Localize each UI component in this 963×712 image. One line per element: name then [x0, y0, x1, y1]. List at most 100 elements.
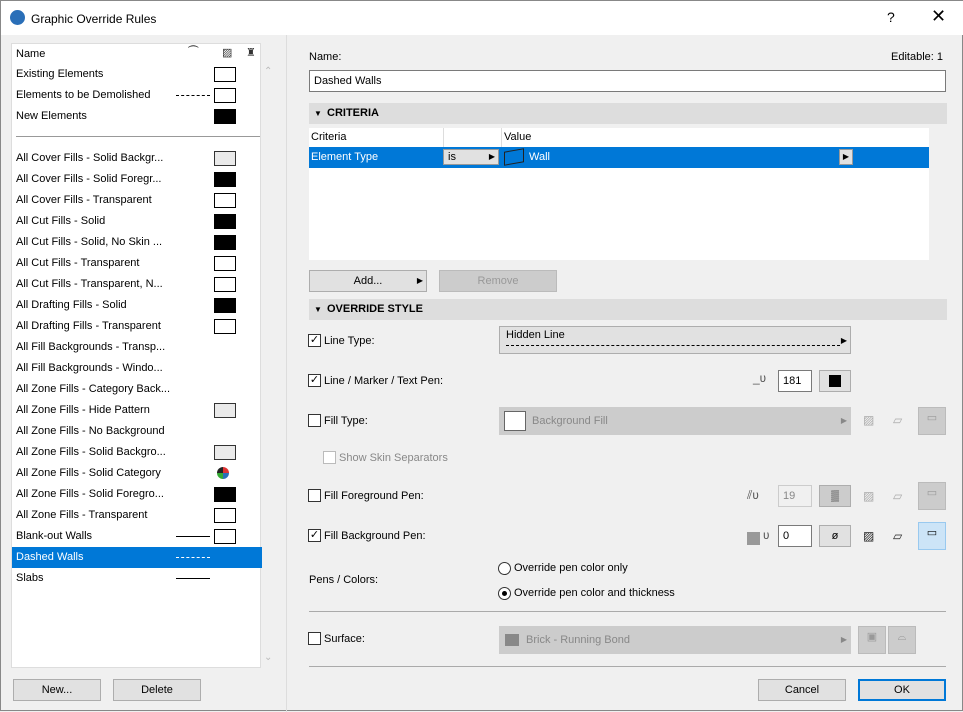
fill-type-checkbox[interactable]	[308, 414, 321, 427]
help-button[interactable]: ?	[887, 9, 895, 25]
list-item[interactable]: Existing Elements	[12, 64, 262, 85]
rules-list[interactable]: Name ⏜ ▨ ♜ Existing Elements Elements to …	[11, 43, 272, 668]
fill-swatch	[214, 235, 236, 250]
override-style-section-header[interactable]: OVERRIDE STYLE	[309, 299, 947, 320]
override-color-thickness-radio[interactable]	[498, 587, 511, 600]
fill-foreground-pen-input[interactable]: 19	[778, 485, 812, 507]
criteria-section-header[interactable]: CRITERIA	[309, 103, 947, 124]
list-item[interactable]: All Zone Fills - Solid Foregro...	[12, 484, 262, 505]
drafting-fill-icon[interactable]: ▭	[918, 522, 946, 550]
show-skin-separators-checkbox[interactable]	[323, 451, 336, 464]
rule-name-input[interactable]: Dashed Walls	[309, 70, 946, 92]
list-item-label: New Elements	[16, 110, 87, 122]
list-item[interactable]: All Fill Backgrounds - Windo...	[12, 358, 262, 379]
list-item[interactable]: All Cover Fills - Transparent	[12, 190, 262, 211]
list-item[interactable]: All Drafting Fills - Transparent	[12, 316, 262, 337]
fill-swatch	[214, 277, 236, 292]
list-item[interactable]: All Cut Fills - Solid	[12, 211, 262, 232]
override-color-only-radio[interactable]	[498, 562, 511, 575]
remove-criteria-button[interactable]: Remove	[439, 270, 557, 292]
pen-checkbox[interactable]: ✓	[308, 374, 321, 387]
list-item[interactable]: All Fill Backgrounds - Transp...	[12, 337, 262, 358]
list-item[interactable]: All Cut Fills - Transparent	[12, 253, 262, 274]
value-dropdown-arrow[interactable]: ▶	[839, 149, 853, 165]
fill-column-icon: ▨	[222, 47, 233, 59]
divider	[309, 611, 946, 612]
list-item[interactable]: All Cut Fills - Solid, No Skin ...	[12, 232, 262, 253]
fill-background-pen-input[interactable]: 0	[778, 525, 812, 547]
criteria-value: Wall	[529, 151, 550, 163]
list-item[interactable]: All Zone Fills - Solid Category	[12, 463, 262, 484]
cover-fill-icon[interactable]: ▱	[893, 489, 902, 503]
editable-count: Editable: 1	[891, 51, 943, 63]
fill-type-dropdown[interactable]: Background Fill ▶	[499, 407, 851, 435]
list-item[interactable]: Elements to be Demolished	[12, 85, 262, 106]
list-item[interactable]: All Cover Fills - Solid Backgr...	[12, 148, 262, 169]
list-item[interactable]: All Cover Fills - Solid Foregr...	[12, 169, 262, 190]
cover-fill-icon[interactable]: ▱	[893, 413, 902, 427]
list-item-label: All Zone Fills - No Background	[16, 425, 165, 437]
list-item[interactable]: Blank-out Walls	[12, 526, 262, 547]
fill-type-label: Fill Type:	[324, 415, 368, 427]
splitter[interactable]	[286, 35, 287, 712]
line-type-checkbox[interactable]: ✓	[308, 334, 321, 347]
divider	[309, 666, 946, 667]
column-header-name: Name	[16, 48, 46, 60]
add-criteria-button[interactable]: Add... ▶	[309, 270, 427, 292]
bg-pen-icon: ʋ	[763, 528, 770, 542]
list-item[interactable]: Dashed Walls	[12, 547, 262, 568]
bg-pen-color-button[interactable]: ø	[819, 525, 851, 547]
operator-dropdown[interactable]: is ▶	[443, 149, 499, 165]
fg-pen-color-button[interactable]: ▒	[819, 485, 851, 507]
cover-fill-icon[interactable]: ▱	[893, 529, 902, 543]
override-color-thickness-label: Override pen color and thickness	[514, 587, 675, 599]
fill-foreground-label: Fill Foreground Pen:	[324, 490, 424, 502]
fill-swatch	[214, 214, 236, 229]
criteria-row[interactable]: Element Type is ▶ Wall ▶	[309, 147, 929, 168]
pen-color-button[interactable]	[819, 370, 851, 392]
list-item[interactable]: Slabs	[12, 568, 262, 589]
pen-label: Line / Marker / Text Pen:	[324, 375, 444, 387]
line-type-dropdown[interactable]: Hidden Line ▶	[499, 326, 851, 354]
drafting-fill-icon[interactable]: ▭	[918, 407, 946, 435]
ok-button[interactable]: OK	[858, 679, 946, 701]
close-button[interactable]: ✕	[931, 6, 946, 27]
fill-background-checkbox[interactable]: ✓	[308, 529, 321, 542]
list-item[interactable]: All Zone Fills - Solid Backgro...	[12, 442, 262, 463]
cut-fill-icon[interactable]: ▨	[863, 413, 874, 427]
surface-settings-icon[interactable]: ⌓	[888, 626, 916, 654]
override-color-only-label: Override pen color only	[514, 562, 628, 574]
scroll-up-icon[interactable]: ⌃	[264, 66, 272, 77]
pen-number-input[interactable]: 181	[778, 370, 812, 392]
surface-checkbox[interactable]	[308, 632, 321, 645]
delete-button[interactable]: Delete	[113, 679, 201, 701]
cancel-button[interactable]: Cancel	[758, 679, 846, 701]
list-item-label: All Cut Fills - Solid, No Skin ...	[16, 236, 163, 248]
list-item[interactable]: All Zone Fills - No Background	[12, 421, 262, 442]
line-type-preview	[176, 578, 210, 579]
list-item[interactable]: All Zone Fills - Category Back...	[12, 379, 262, 400]
cut-fill-icon[interactable]: ▨	[863, 529, 874, 543]
window-title: Graphic Override Rules	[31, 12, 157, 26]
list-item[interactable]: New Elements	[12, 106, 262, 127]
cut-fill-icon[interactable]: ▨	[863, 489, 874, 503]
list-item[interactable]: All Cut Fills - Transparent, N...	[12, 274, 262, 295]
list-item-label: Blank-out Walls	[16, 530, 93, 542]
list-item-label: All Zone Fills - Hide Pattern	[16, 404, 150, 416]
list-item[interactable]: All Drafting Fills - Solid	[12, 295, 262, 316]
fill-swatch	[214, 487, 236, 502]
list-item[interactable]: All Zone Fills - Transparent	[12, 505, 262, 526]
list-item-label: All Cut Fills - Solid	[16, 215, 106, 227]
line-type-preview	[176, 95, 210, 96]
surface-catalog-icon[interactable]: ▣	[858, 626, 886, 654]
fill-swatch	[214, 256, 236, 271]
list-item[interactable]: All Zone Fills - Hide Pattern	[12, 400, 262, 421]
drafting-fill-icon[interactable]: ▭	[918, 482, 946, 510]
list-item-label: All Zone Fills - Solid Foregro...	[16, 488, 164, 500]
scroll-down-icon[interactable]: ⌄	[264, 652, 272, 663]
fill-swatch	[214, 172, 236, 187]
new-button[interactable]: New...	[13, 679, 101, 701]
list-item-label: All Fill Backgrounds - Transp...	[16, 341, 166, 353]
fill-foreground-checkbox[interactable]	[308, 489, 321, 502]
surface-dropdown[interactable]: Brick - Running Bond ▶	[499, 626, 851, 654]
